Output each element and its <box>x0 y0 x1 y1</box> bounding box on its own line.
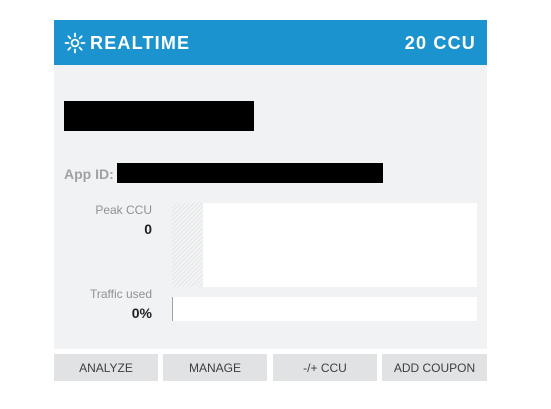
card-title: REALTIME <box>90 33 191 53</box>
analyze-button[interactable]: ANALYZE <box>54 354 158 381</box>
manage-button[interactable]: MANAGE <box>163 354 267 381</box>
add-coupon-button[interactable]: ADD COUPON <box>382 354 487 381</box>
peak-ccu-bar-fill <box>172 203 203 287</box>
card-actions: ANALYZE MANAGE -/+ CCU ADD COUPON <box>54 354 487 381</box>
peak-ccu-value: 0 <box>144 221 152 237</box>
card-header: REALTIME 20 CCU <box>54 20 487 65</box>
app-id-label: App ID: <box>64 166 114 182</box>
traffic-used-bar <box>172 297 477 321</box>
ccu-count: 20 CCU <box>404 33 476 53</box>
traffic-used-bar-fill <box>172 297 173 321</box>
traffic-used-value: 0% <box>131 305 152 321</box>
realtime-sun-icon <box>64 32 86 54</box>
adjust-ccu-button[interactable]: -/+ CCU <box>273 354 377 381</box>
app-id-value-redacted <box>117 163 383 183</box>
app-name-redacted <box>64 101 254 131</box>
realtime-app-card: REALTIME 20 CCU App ID: Peak CCU 0 Traff… <box>54 20 487 349</box>
peak-ccu-label: Peak CCU <box>95 203 152 217</box>
traffic-used-label: Traffic used <box>89 287 152 301</box>
peak-ccu-bar <box>172 203 477 287</box>
